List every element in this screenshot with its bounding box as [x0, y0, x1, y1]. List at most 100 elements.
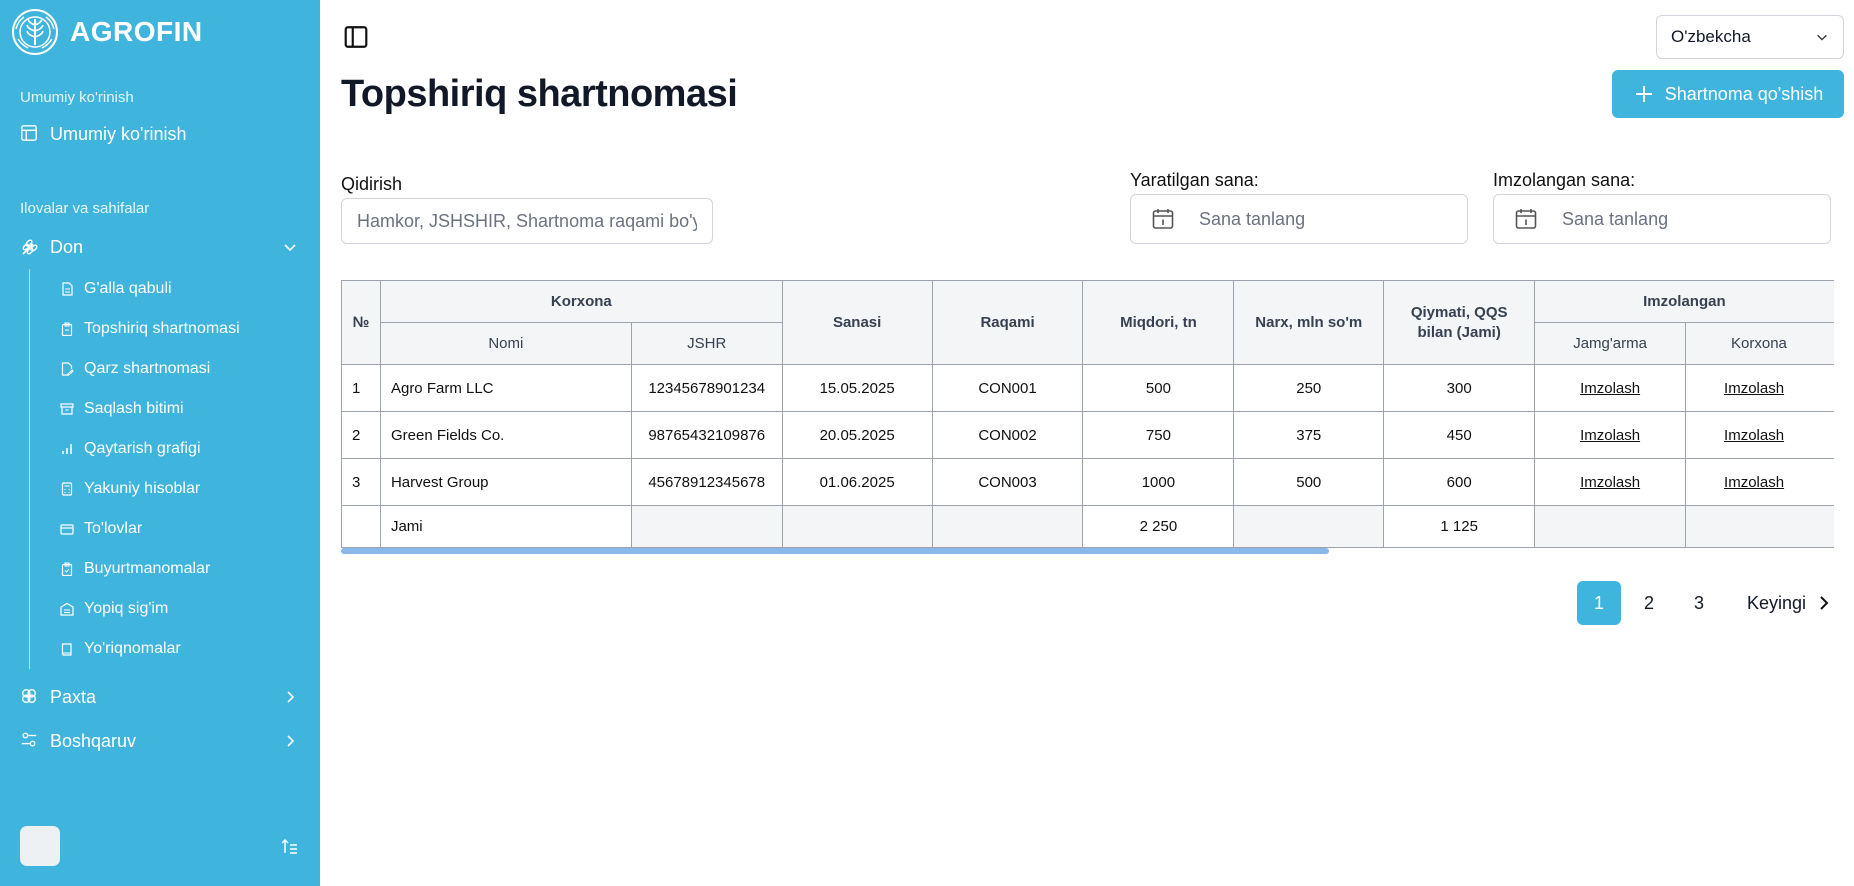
sidebar-subitem-label: Topshiriq shartnomasi: [84, 320, 240, 337]
archive-icon: [60, 402, 74, 416]
table-row[interactable]: 3 Harvest Group 45678912345678 01.06.202…: [341, 458, 1834, 506]
search-label: Qidirish: [341, 174, 403, 194]
sidebar-subitem[interactable]: Yo'riqnomalar: [30, 629, 320, 669]
total-row: Jami 2 250 1 125: [341, 505, 1834, 548]
cell-sanasi: 15.05.2025: [781, 364, 933, 412]
cell-korxona-sign: Imzolash: [1685, 411, 1834, 459]
next-page-label: Keyingi: [1746, 592, 1806, 613]
language-select[interactable]: O'zbekcha: [1656, 15, 1844, 59]
cell-jshr: 98765432109876: [630, 411, 783, 459]
cell-narx: 375: [1233, 411, 1385, 459]
document-icon: [60, 282, 74, 296]
col-header-korxona: Korxona: [379, 280, 783, 323]
sidebar-item-boshqaruv[interactable]: Boshqaruv: [0, 719, 320, 763]
sign-link[interactable]: Imzolash: [1724, 474, 1784, 491]
cell-qiymati: 300: [1383, 364, 1536, 412]
next-page-button[interactable]: Keyingi: [1727, 593, 1834, 614]
title-row: Topshiriq shartnomasi Shartnoma qo'shish: [320, 64, 1844, 124]
cell-jshr: 12345678901234: [630, 364, 783, 412]
table-row[interactable]: 1 Agro Farm LLC 12345678901234 15.05.202…: [341, 364, 1834, 412]
cell-num: 3: [341, 458, 381, 506]
cell-qiymati: 450: [1383, 411, 1536, 459]
col-header-raqami: Raqami: [931, 280, 1084, 365]
sign-link[interactable]: Imzolash: [1580, 427, 1640, 444]
sidebar-subitem-label: Buyurtmanomalar: [84, 560, 211, 577]
sidebar-subitem[interactable]: Yakuniy hisoblar: [30, 469, 320, 509]
brand[interactable]: AGROFIN: [0, 0, 320, 64]
calculator-icon: [60, 482, 74, 496]
cell-qiymati: 600: [1383, 458, 1536, 506]
table-row[interactable]: 2 Green Fields Co. 98765432109876 20.05.…: [341, 411, 1834, 459]
add-contract-button[interactable]: Shartnoma qo'shish: [1612, 70, 1844, 118]
sidebar-subitem-label: Saqlash bitimi: [84, 400, 184, 417]
sidebar-subitem-label: Yakuniy hisoblar: [84, 480, 201, 497]
sidebar-subitem[interactable]: Qaytarish grafigi: [30, 429, 320, 469]
cell-nomi: Harvest Group: [379, 458, 632, 506]
wheat-icon: [20, 237, 40, 257]
created-date-picker[interactable]: Sana tanlang: [1130, 194, 1468, 244]
sidebar-subitem[interactable]: Topshiriq shartnomasi: [30, 309, 320, 349]
table-horizontal-scrollbar[interactable]: [341, 548, 1329, 554]
page-title: Topshiriq shartnomasi: [341, 72, 738, 115]
cell-korxona-sign: Imzolash: [1685, 458, 1834, 506]
cell-sanasi: 20.05.2025: [781, 411, 933, 459]
sign-link[interactable]: Imzolash: [1580, 474, 1640, 491]
signed-date-picker[interactable]: Sana tanlang: [1493, 194, 1831, 244]
sidebar-subitem[interactable]: G'alla qabuli: [30, 269, 320, 309]
page-button-3[interactable]: 3: [1677, 581, 1721, 625]
sidebar-subitem[interactable]: Qarz shartnomasi: [30, 349, 320, 389]
sign-link[interactable]: Imzolash: [1724, 380, 1784, 397]
don-submenu: G'alla qabuli Topshiriq shartnomasi Qarz…: [29, 269, 320, 669]
warehouse-icon: [60, 602, 74, 616]
created-date-label: Yaratilgan sana:: [1130, 170, 1259, 190]
group-label-overview: Umumiy ko'rinish: [20, 89, 134, 106]
avatar[interactable]: [20, 826, 60, 866]
calendar-icon: [1514, 207, 1538, 231]
page-button-2[interactable]: 2: [1627, 581, 1671, 625]
sidebar-item-paxta[interactable]: Paxta: [0, 675, 320, 719]
col-header-jshr: JSHR: [630, 322, 783, 365]
sidebar-subitem-label: G'alla qabuli: [84, 280, 172, 297]
sort-toggle-icon[interactable]: [280, 836, 300, 856]
credit-card-icon: [60, 522, 74, 536]
sidebar-subitem[interactable]: Yopiq sig'im: [30, 589, 320, 629]
sidebar-subitem[interactable]: Buyurtmanomalar: [30, 549, 320, 589]
signed-date-label: Imzolangan sana:: [1493, 170, 1636, 190]
sidebar-subitem-label: Qarz shartnomasi: [84, 360, 211, 377]
cell-miqdori: 1000: [1082, 458, 1235, 506]
col-header-sanasi: Sanasi: [781, 280, 933, 365]
file-edit-icon: [60, 362, 74, 376]
cell-empty: [1534, 505, 1687, 548]
settings-sliders-icon: [20, 731, 40, 751]
page-button-1[interactable]: 1: [1576, 581, 1621, 625]
plus-icon: [1633, 83, 1655, 105]
cell-raqami: CON002: [931, 411, 1084, 459]
contracts-table-wrapper[interactable]: № Korxona Sanasi Raqami Miqdori, tn Narx…: [341, 280, 1834, 556]
sidebar-subitem[interactable]: Saqlash bitimi: [30, 389, 320, 429]
sidebar-item-overview[interactable]: Umumiy ko'rinish: [0, 112, 320, 156]
sidebar-item-label: Don: [50, 236, 84, 257]
chevron-down-icon: [1815, 30, 1829, 44]
signed-date-placeholder: Sana tanlang: [1562, 208, 1669, 229]
cell-empty: [1233, 505, 1385, 548]
cell-sanasi: 01.06.2025: [781, 458, 933, 506]
sidebar-subitem-label: Yo'riqnomalar: [84, 640, 181, 657]
language-value: O'zbekcha: [1671, 27, 1751, 46]
cell-narx: 250: [1233, 364, 1385, 412]
add-contract-label: Shartnoma qo'shish: [1664, 83, 1824, 104]
col-header-korxona-sign: Korxona: [1685, 322, 1834, 365]
sidebar-item-don[interactable]: Don: [0, 225, 320, 269]
cell-empty: [781, 505, 933, 548]
chevron-right-icon: [282, 689, 298, 705]
cell-raqami: CON003: [931, 458, 1084, 506]
cell-empty: [931, 505, 1084, 548]
cell-empty: [341, 505, 381, 548]
sign-link[interactable]: Imzolash: [1724, 427, 1784, 444]
cell-jamgarma: Imzolash: [1534, 411, 1687, 459]
cell-jshr: 45678912345678: [630, 458, 783, 506]
search-input[interactable]: [341, 198, 713, 244]
sidebar-toggle-icon[interactable]: [342, 23, 370, 51]
cell-korxona-sign: Imzolash: [1685, 364, 1834, 412]
sidebar-subitem[interactable]: To'lovlar: [30, 509, 320, 549]
sign-link[interactable]: Imzolash: [1580, 380, 1640, 397]
